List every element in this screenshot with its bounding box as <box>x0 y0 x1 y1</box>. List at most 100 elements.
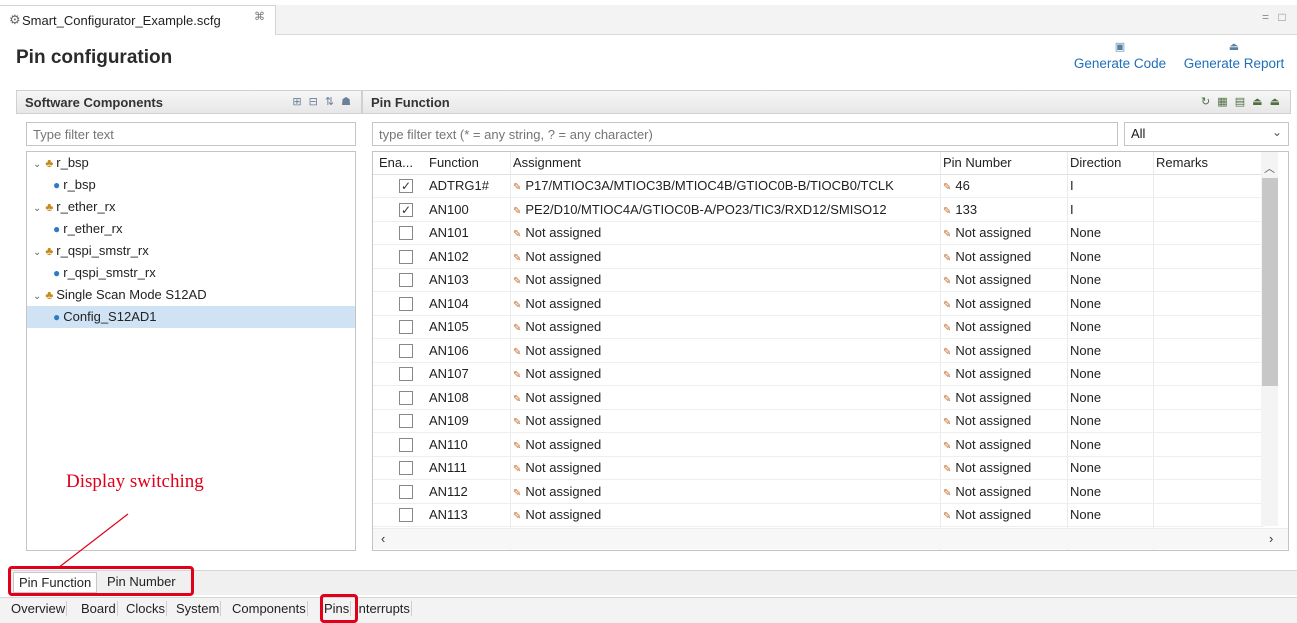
tab-board[interactable]: Board <box>80 601 118 616</box>
enable-checkbox[interactable] <box>399 414 413 428</box>
assignment-cell[interactable]: ✎ Not assigned <box>513 319 939 334</box>
enable-checkbox[interactable] <box>399 273 413 287</box>
generate-code-button[interactable]: ▣ Generate Code <box>1071 40 1169 71</box>
assignment-cell[interactable]: ✎ Not assigned <box>513 343 939 358</box>
scroll-right-icon[interactable]: › <box>1269 531 1273 546</box>
assignment-cell[interactable]: ✎ Not assigned <box>513 437 939 452</box>
table-row[interactable]: ✓ ADTRG1# ✎ P17/MTIOC3A/MTIOC3B/MTIOC4B/GTI… <box>373 175 1263 198</box>
table-row[interactable]: AN106 ✎ Not assigned ✎ Not assigned None <box>373 340 1263 363</box>
table-row[interactable]: AN109 ✎ Not assigned ✎ Not assigned None <box>373 410 1263 433</box>
tree-node[interactable]: ⌄ ♣ r_ether_rx <box>33 196 116 218</box>
enable-checkbox[interactable] <box>399 249 413 264</box>
chevron-down-icon[interactable]: ⌄ <box>33 291 41 302</box>
pin-number-cell[interactable]: ✎ Not assigned <box>943 249 1065 264</box>
vertical-scroll-thumb[interactable] <box>1262 178 1278 386</box>
table-row[interactable]: AN105 ✎ Not assigned ✎ Not assigned None <box>373 316 1263 339</box>
tree-toolbar-icons[interactable]: ⊞ ⊟ ⇅ ☗ <box>292 95 353 108</box>
enable-checkbox[interactable] <box>399 484 413 499</box>
table-row[interactable]: AN103 ✎ Not assigned ✎ Not assigned None <box>373 269 1263 292</box>
assignment-cell[interactable]: ✎ Not assigned <box>513 296 939 311</box>
table-row[interactable]: AN101 ✎ Not assigned ✎ Not assigned None <box>373 222 1263 245</box>
tab-overview[interactable]: Overview <box>10 601 68 616</box>
scroll-left-icon[interactable]: ‹ <box>381 531 385 546</box>
generate-report-button[interactable]: ⏏ Generate Report <box>1177 40 1291 71</box>
scroll-up-icon[interactable]: ︿ <box>1264 160 1275 176</box>
software-components-filter-input[interactable] <box>26 122 356 146</box>
tree-leaf[interactable]: ● Config_S12AD1 <box>27 306 355 328</box>
enable-checkbox[interactable] <box>399 320 413 334</box>
tab-interrupts[interactable]: Interrupts <box>354 601 412 616</box>
pin-number-cell[interactable]: ✎ Not assigned <box>943 507 1065 522</box>
assignment-cell[interactable]: ✎ Not assigned <box>513 460 939 475</box>
assignment-cell[interactable]: ✎ Not assigned <box>513 507 939 522</box>
enable-checkbox[interactable] <box>399 437 413 452</box>
enable-checkbox[interactable] <box>399 343 413 358</box>
enable-checkbox[interactable] <box>399 390 413 405</box>
pin-number-cell[interactable]: ✎ Not assigned <box>943 390 1065 405</box>
table-row[interactable]: AN104 ✎ Not assigned ✎ Not assigned None <box>373 293 1263 316</box>
column-header-remarks[interactable]: Remarks <box>1150 152 1214 174</box>
pin-number-cell[interactable]: ✎ Not assigned <box>943 319 1065 334</box>
column-header-pin-number[interactable]: Pin Number <box>937 152 1018 174</box>
pin-number-cell[interactable]: ✎ Not assigned <box>943 366 1065 381</box>
tree-node[interactable]: ⌄ ♣ r_qspi_smstr_rx <box>33 240 149 262</box>
table-row[interactable]: ✓ AN100 ✎ PE2/D10/MTIOC4A/GTIOC0B-A/PO23/TI… <box>373 199 1263 222</box>
chevron-down-icon[interactable]: ⌄ <box>33 203 41 214</box>
assignment-cell[interactable]: ✎ P17/MTIOC3A/MTIOC3B/MTIOC4B/GTIOC0B-B/T… <box>513 178 939 193</box>
tree-leaf[interactable]: ● r_qspi_smstr_rx <box>53 262 355 284</box>
chevron-down-icon[interactable]: ⌄ <box>33 247 41 258</box>
table-row[interactable]: AN110 ✎ Not assigned ✎ Not assigned None <box>373 434 1263 457</box>
pin-number-cell[interactable]: ✎ Not assigned <box>943 484 1065 499</box>
assignment-cell[interactable]: ✎ Not assigned <box>513 249 939 264</box>
table-row[interactable]: AN107 ✎ Not assigned ✎ Not assigned None <box>373 363 1263 386</box>
assignment-cell[interactable]: ✎ Not assigned <box>513 366 939 381</box>
pin-number-cell[interactable]: ✎ Not assigned <box>943 460 1065 475</box>
pin-number-cell[interactable]: ✎ Not assigned <box>943 413 1065 428</box>
assignment-cell[interactable]: ✎ PE2/D10/MTIOC4A/GTIOC0B-A/PO23/TIC3/RXD… <box>513 202 939 217</box>
tree-node[interactable]: ⌄ ♣ Single Scan Mode S12AD <box>33 284 207 306</box>
enable-checkbox[interactable] <box>399 367 413 381</box>
horizontal-scrollbar[interactable] <box>373 528 1288 549</box>
window-controls[interactable]: = □ <box>1262 10 1289 24</box>
enable-checkbox[interactable] <box>399 461 413 475</box>
pin-number-cell[interactable]: ✎ Not assigned <box>943 272 1065 287</box>
pin-function-filter-input[interactable] <box>372 122 1118 146</box>
enable-checkbox[interactable] <box>399 226 413 240</box>
column-header-function[interactable]: Function <box>423 152 485 174</box>
pin-number-cell[interactable]: ✎ 46 <box>943 178 1065 193</box>
close-icon[interactable]: ⌘ <box>254 10 265 23</box>
pin-number-cell[interactable]: ✎ 133 <box>943 202 1065 217</box>
column-header-assignment[interactable]: Assignment <box>507 152 587 174</box>
pin-number-cell[interactable]: ✎ Not assigned <box>943 343 1065 358</box>
assignment-cell[interactable]: ✎ Not assigned <box>513 272 939 287</box>
enable-checkbox[interactable] <box>399 296 413 311</box>
enable-checkbox[interactable]: ✓ <box>399 202 413 217</box>
chevron-down-icon[interactable]: ⌄ <box>33 159 41 170</box>
table-row[interactable]: AN112 ✎ Not assigned ✎ Not assigned None <box>373 481 1263 504</box>
tree-node[interactable]: ⌄ ♣ r_bsp <box>33 152 89 174</box>
pin-filter-select[interactable]: All ⌄ <box>1124 122 1289 146</box>
column-header-enabled[interactable]: Ena... <box>373 152 419 174</box>
editor-tab[interactable]: ⚙ Smart_Configurator_Example.scfg ⌘ <box>0 5 276 35</box>
tab-system[interactable]: System <box>175 601 222 616</box>
assignment-cell[interactable]: ✎ Not assigned <box>513 413 939 428</box>
enable-checkbox[interactable]: ✓ <box>399 179 413 193</box>
enable-checkbox[interactable] <box>399 508 413 522</box>
tree-leaf[interactable]: ● r_ether_rx <box>53 218 355 240</box>
direction-cell-text: None <box>1070 507 1102 522</box>
table-row[interactable]: AN108 ✎ Not assigned ✎ Not assigned None <box>373 387 1263 410</box>
pin-toolbar-icons[interactable]: ↻ ▦ ▤ ⏏ ⏏ <box>1201 95 1282 108</box>
table-row[interactable]: AN113 ✎ Not assigned ✎ Not assigned None <box>373 504 1263 527</box>
assignment-cell[interactable]: ✎ Not assigned <box>513 390 939 405</box>
assignment-cell[interactable]: ✎ Not assigned <box>513 225 939 240</box>
pin-number-cell[interactable]: ✎ Not assigned <box>943 437 1065 452</box>
column-header-direction[interactable]: Direction <box>1064 152 1127 174</box>
pin-number-cell[interactable]: ✎ Not assigned <box>943 225 1065 240</box>
table-row[interactable]: AN102 ✎ Not assigned ✎ Not assigned None <box>373 246 1263 269</box>
pin-number-cell[interactable]: ✎ Not assigned <box>943 296 1065 311</box>
tab-components[interactable]: Components <box>231 601 308 616</box>
assignment-cell[interactable]: ✎ Not assigned <box>513 484 939 499</box>
tree-leaf[interactable]: ● r_bsp <box>53 174 355 196</box>
table-row[interactable]: AN111 ✎ Not assigned ✎ Not assigned None <box>373 457 1263 480</box>
tab-clocks[interactable]: Clocks <box>125 601 168 616</box>
